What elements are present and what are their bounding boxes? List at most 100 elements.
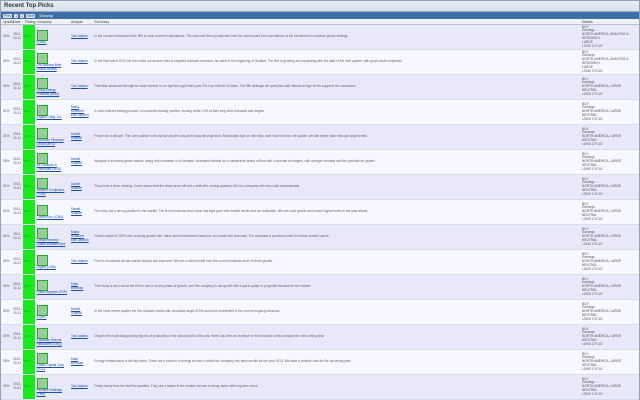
company-link[interactable]: American Financial Group (AFG): [37, 138, 64, 146]
next-page-button[interactable]: Next: [26, 13, 36, 18]
company-cell[interactable]: Canadian Natural Resources (CNQ): [34, 324, 70, 350]
table-row[interactable]: 30% 2012-10-11 BUY Canadian Natural Resourc…: [1, 324, 639, 350]
analyst-link[interactable]: Daniel Scarlett: [71, 207, 82, 215]
company-link[interactable]: Pinnacle Holdings (PNH): [37, 388, 63, 396]
summary-cell: This study is set to show the firm is no…: [92, 274, 581, 300]
summary-cell: Firm fully has a strong position in the …: [92, 199, 581, 225]
rating-bar: BUY: [23, 349, 35, 375]
table-row[interactable]: 30% 2012-10-11 BUY LOGIC Daniel Scarlett In t…: [1, 299, 639, 325]
prev-page-button[interactable]: Prev: [3, 13, 13, 18]
analyst-link[interactable]: Tom Adams: [71, 34, 88, 38]
rating-bar: BUY: [23, 274, 35, 300]
company-cell[interactable]: Life Science Both Global Access: [34, 49, 70, 75]
analyst-link[interactable]: Mark Borrman: [71, 357, 83, 365]
table-row[interactable]: 30% 2012-10-11 BUY Air Products & Chemicals…: [1, 149, 639, 175]
analyst-cell[interactable]: Tom Adams: [69, 74, 93, 100]
date-cell: 2012-10-11: [11, 149, 24, 175]
table-row[interactable]: 31% 2012-10-11 BUY Conexa Inc. (CNX) Daniel …: [1, 199, 639, 225]
company-cell[interactable]: Living Energy Products (Shell): [34, 74, 70, 100]
summary-cell: In the first half of 2012 the firm rolle…: [92, 49, 581, 75]
table-row[interactable]: 30% 2012-10-11 BUY Linear Capital Corp (LCC…: [1, 349, 639, 375]
summary-cell: Potential measured strength for total re…: [92, 74, 581, 100]
analyst-cell[interactable]: Daniel Scarlett: [69, 199, 93, 225]
analyst-link[interactable]: Daniel Scarlett: [71, 157, 82, 165]
analyst-link[interactable]: Daniel Scarlett: [71, 307, 82, 315]
table-row[interactable]: 31% 2012-10-11 BUY Comprehensive Global Inf…: [1, 224, 639, 250]
date-cell: 2012-10-11: [11, 199, 24, 225]
company-cell[interactable]: LOGIC: [34, 24, 70, 50]
table-row[interactable]: 30% 2012-10-11 BUY Pinnacle Holdings (PNH) T…: [1, 374, 639, 400]
company-link[interactable]: Tandem Computers (TDM): [37, 188, 65, 196]
company-link[interactable]: Conexa Inc. (CNX): [37, 215, 64, 219]
analyst-link[interactable]: Maria Schubert Dan Jarwich: [71, 230, 89, 242]
table-row[interactable]: 31% 2012-10-11 BUY Tandem Computers (TDM) Da…: [1, 174, 639, 200]
company-cell[interactable]: Frank Supplies (FSP): [34, 274, 70, 300]
analyst-cell[interactable]: Tom Adams: [69, 374, 93, 400]
date-cell: 2012-10-11: [11, 124, 24, 150]
table-row[interactable]: 30% 2012-10-11 BUY Life Science Both Global…: [1, 49, 639, 75]
company-link[interactable]: Air Products & Chemicals (APD): [37, 163, 61, 171]
analyst-link[interactable]: Maria Schubert Dan Jarwich: [71, 105, 89, 117]
company-link[interactable]: LOGIC: [37, 315, 47, 319]
company-cell[interactable]: Air Products & Chemicals (APD): [34, 149, 70, 175]
analyst-cell[interactable]: Mark Borrman: [69, 274, 93, 300]
rating-bar: BUY: [23, 174, 35, 200]
company-cell[interactable]: Tandem Computers (TDM): [34, 174, 70, 200]
analyst-cell[interactable]: Daniel Scarlett: [69, 174, 93, 200]
company-cell[interactable]: LogicB (LGB): [34, 249, 70, 275]
upside-cell: 30%: [1, 324, 12, 350]
analyst-cell[interactable]: Tom Adams: [69, 24, 93, 50]
company-cell[interactable]: Linear Capital Corp (LCC): [34, 349, 70, 375]
analyst-cell[interactable]: Tom Adams: [69, 324, 93, 350]
rating-bar: BUY: [23, 199, 35, 225]
analyst-link[interactable]: Daniel Scarlett: [71, 132, 82, 140]
details-cell: BUY Earnings NORTH AMERICA, LARGE NEUTRA…: [580, 124, 639, 150]
company-link[interactable]: Frank Supplies (FSP): [37, 290, 67, 294]
analyst-cell[interactable]: Maria Schubert Dan Jarwich: [69, 99, 93, 125]
analyst-cell[interactable]: Daniel Scarlett: [69, 299, 93, 325]
table-row[interactable]: 30% 2012-10-11 BUY Frank Supplies (FSP) Mark…: [1, 274, 639, 300]
company-cell[interactable]: Conexa Inc. (CNX): [34, 199, 70, 225]
details-cell: BUY Earnings NORTH AMERICA, LARGE NEUTRA…: [580, 274, 639, 300]
date-cell: 2012-10-11: [11, 299, 24, 325]
company-link[interactable]: LOGIC: [37, 40, 47, 44]
company-link[interactable]: Living Energy Products (Shell): [37, 88, 60, 96]
analyst-link[interactable]: Tom Adams: [71, 384, 88, 388]
company-cell[interactable]: LogicRO Mfg. Co.: [34, 99, 70, 125]
analyst-link[interactable]: Mark Borrman: [71, 282, 83, 290]
analyst-cell[interactable]: Tom Adams: [69, 249, 93, 275]
table-row[interactable]: 30% 2012-10-11 BUY Living Energy Products (…: [1, 74, 639, 100]
company-link[interactable]: Life Science Both Global Access: [37, 63, 62, 71]
company-link[interactable]: LogicRO Mfg. Co.: [37, 115, 62, 119]
toolbar: Prev 1 2 Next Showing: [1, 12, 639, 19]
company-link[interactable]: Canadian Natural Resources (CNQ): [37, 338, 62, 346]
analyst-link[interactable]: Tom Adams: [71, 59, 88, 63]
analyst-link[interactable]: Tom Adams: [71, 84, 88, 88]
analyst-link[interactable]: Daniel Scarlett: [71, 182, 82, 190]
analyst-link[interactable]: Tom Adams: [71, 259, 88, 263]
analyst-link[interactable]: Tom Adams: [71, 334, 88, 338]
company-link[interactable]: Comprehensive Global Infrastructure: [37, 238, 66, 246]
table-row[interactable]: 30% 2012-10-11 BUY LogicB (LGB) Tom Adams Fir…: [1, 249, 639, 275]
analyst-cell[interactable]: Daniel Scarlett: [69, 149, 93, 175]
date-cell: 2012-10-11: [11, 49, 24, 75]
table-row[interactable]: 31% 2012-10-11 BUY LogicRO Mfg. Co. Maria Sc…: [1, 99, 639, 125]
analyst-cell[interactable]: Daniel Scarlett: [69, 124, 93, 150]
upside-cell: 30%: [1, 149, 12, 175]
company-cell[interactable]: American Financial Group (AFG): [34, 124, 70, 150]
upside-cell: 31%: [1, 174, 12, 200]
table-row[interactable]: 30% 2012-10-11 BUY LOGIC Tom Adams In the cur…: [1, 24, 639, 50]
upside-cell: 31%: [1, 199, 12, 225]
analyst-cell[interactable]: Maria Schubert Dan Jarwich: [69, 224, 93, 250]
analyst-cell[interactable]: Mark Borrman: [69, 349, 93, 375]
company-cell[interactable]: Pinnacle Holdings (PNH): [34, 374, 70, 400]
analyst-cell[interactable]: Tom Adams: [69, 49, 93, 75]
company-link[interactable]: Linear Capital Corp (LCC): [37, 363, 64, 371]
company-cell[interactable]: LOGIC: [34, 299, 70, 325]
company-link[interactable]: LogicB (LGB): [37, 265, 56, 269]
page-2-button[interactable]: 2: [20, 13, 25, 18]
summary-cell: Pretty handy from the last few quarters.…: [92, 374, 581, 400]
company-cell[interactable]: Comprehensive Global Infrastructure: [34, 224, 70, 250]
page-1-button[interactable]: 1: [14, 13, 19, 18]
table-row[interactable]: 31% 2012-10-11 BUY American Financial Group…: [1, 124, 639, 150]
